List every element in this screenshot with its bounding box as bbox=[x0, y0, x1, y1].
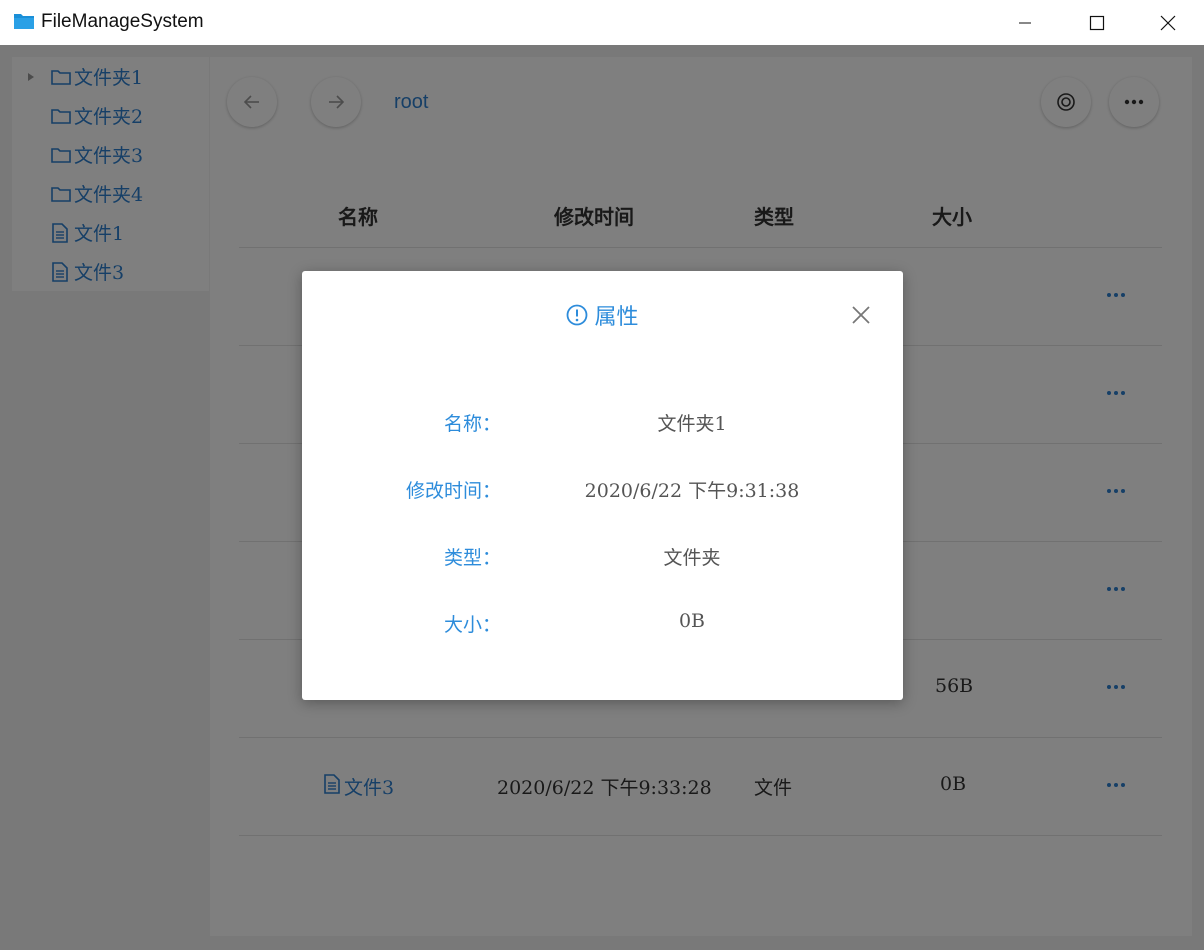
prop-value-modified: 2020/6/22 下午9:31:38 bbox=[584, 480, 800, 502]
folder-app-icon bbox=[14, 14, 34, 29]
close-icon bbox=[1160, 15, 1176, 30]
prop-value-name: 文件夹1 bbox=[657, 413, 727, 435]
prop-label-name: 名称： bbox=[443, 413, 501, 435]
prop-value-size: 0B bbox=[678, 610, 706, 632]
title-bar: FileManageSystem bbox=[0, 0, 1204, 45]
properties-dialog: 属性 名称： 文件夹1 修改时间： 2020/6/22 下午9:31:38 类型… bbox=[302, 271, 903, 700]
minimize-button[interactable] bbox=[990, 0, 1060, 45]
minimize-icon bbox=[1019, 22, 1031, 23]
prop-value-type: 文件夹 bbox=[663, 547, 721, 569]
maximize-button[interactable] bbox=[1062, 0, 1132, 45]
window-title: FileManageSystem bbox=[41, 11, 204, 32]
prop-label-size: 大小： bbox=[443, 614, 501, 636]
maximize-icon bbox=[1089, 15, 1105, 30]
info-circle-icon bbox=[567, 304, 588, 326]
prop-label-modified: 修改时间： bbox=[405, 480, 501, 502]
dialog-title: 属性 bbox=[594, 305, 639, 330]
dialog-header: 属性 bbox=[302, 298, 903, 332]
prop-label-type: 类型： bbox=[443, 547, 501, 569]
close-window-button[interactable] bbox=[1133, 0, 1203, 45]
close-icon[interactable] bbox=[850, 304, 872, 326]
